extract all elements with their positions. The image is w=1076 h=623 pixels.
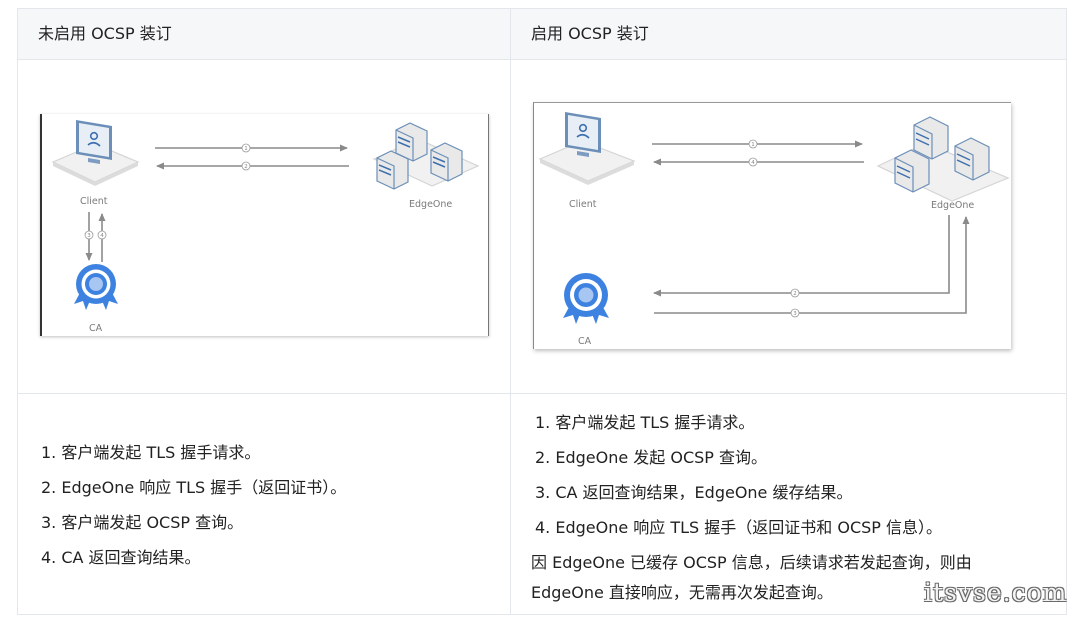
step-4-marker: 4 bbox=[100, 233, 104, 239]
step-2-marker: 2 bbox=[244, 164, 248, 170]
edgeone-servers-icon bbox=[876, 116, 1010, 202]
list-item: 3. CA 返回查询结果，EdgeOne 缓存结果。 bbox=[535, 483, 853, 502]
step-4-marker: 4 bbox=[751, 160, 755, 166]
ca-badge-icon bbox=[74, 264, 118, 310]
ca-label: CA bbox=[89, 323, 103, 334]
watermark: itsvse.com bbox=[924, 578, 1068, 607]
header-divider bbox=[17, 59, 1067, 60]
left-diagram: Client EdgeOne 1 2 3 4 CA bbox=[40, 114, 489, 336]
arrow-2-edgeone-to-ca bbox=[653, 215, 950, 297]
edgeone-label: EdgeOne bbox=[409, 199, 452, 210]
row-divider bbox=[17, 393, 1067, 394]
list-item: 4. EdgeOne 响应 TLS 握手（返回证书和 OCSP 信息）。 bbox=[535, 518, 943, 537]
edgeone-label: EdgeOne bbox=[931, 200, 974, 211]
step-3-marker: 3 bbox=[793, 311, 797, 317]
step-2-marker: 2 bbox=[793, 291, 797, 297]
step-1-marker: 1 bbox=[751, 142, 755, 148]
step-3-marker: 3 bbox=[87, 233, 91, 239]
list-item: 1. 客户端发起 TLS 握手请求。 bbox=[41, 443, 261, 462]
list-item: 1. 客户端发起 TLS 握手请求。 bbox=[535, 413, 755, 432]
list-item: 3. 客户端发起 OCSP 查询。 bbox=[41, 513, 244, 532]
right-column-header: 启用 OCSP 装订 bbox=[531, 24, 649, 43]
arrow-3-ca-to-edgeone bbox=[654, 216, 970, 314]
column-divider bbox=[510, 8, 511, 615]
right-note-line-1: 因 EdgeOne 已缓存 OCSP 信息，后续请求若发起查询，则由 bbox=[531, 553, 972, 572]
client-computer-icon bbox=[538, 112, 636, 185]
list-item: 2. EdgeOne 发起 OCSP 查询。 bbox=[535, 448, 768, 467]
client-computer-icon bbox=[51, 120, 140, 186]
step-1-marker: 1 bbox=[244, 146, 248, 152]
right-note-line-2: EdgeOne 直接响应，无需再次发起查询。 bbox=[531, 583, 833, 602]
list-item: 4. CA 返回查询结果。 bbox=[41, 548, 201, 567]
client-label: Client bbox=[80, 196, 108, 207]
ca-badge-icon bbox=[563, 273, 609, 324]
ca-label: CA bbox=[578, 336, 592, 347]
right-diagram: Client EdgeOne 1 4 2 3 CA bbox=[533, 102, 1011, 349]
list-item: 2. EdgeOne 响应 TLS 握手（返回证书）。 bbox=[41, 478, 347, 497]
client-label: Client bbox=[569, 199, 597, 210]
edgeone-servers-icon bbox=[372, 122, 480, 190]
left-column-header: 未启用 OCSP 装订 bbox=[38, 24, 172, 43]
